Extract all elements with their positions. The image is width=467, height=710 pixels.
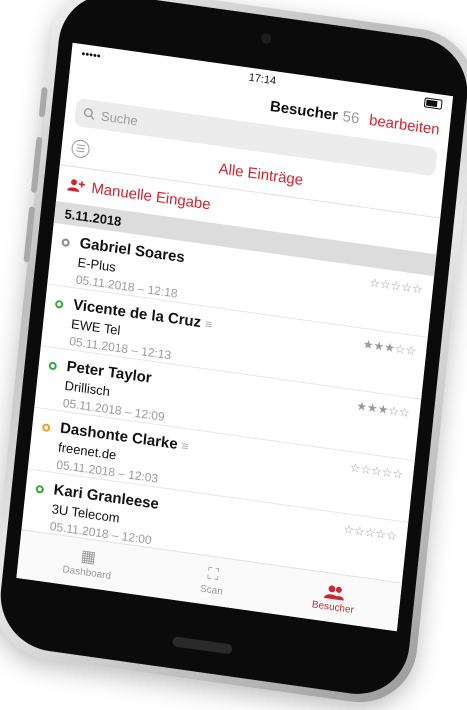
volume-up-button xyxy=(30,136,43,194)
people-icon xyxy=(323,584,344,601)
battery-icon xyxy=(423,97,443,110)
search-placeholder: Suche xyxy=(100,107,139,129)
charging-port xyxy=(172,636,233,655)
note-icon: ≡ xyxy=(204,316,213,332)
volume-down-button xyxy=(23,206,36,263)
tab-scan[interactable]: ⛶ Scan xyxy=(200,565,226,597)
edit-button[interactable]: bearbeiten xyxy=(368,111,440,138)
status-dot xyxy=(61,238,71,248)
signal-indicator: ••••• xyxy=(80,48,102,63)
search-icon xyxy=(83,108,95,120)
status-dot xyxy=(41,423,51,433)
grid-icon: ▦ xyxy=(80,547,97,567)
page-title: Besucher xyxy=(269,97,339,124)
status-dot xyxy=(35,484,45,494)
add-user-icon xyxy=(67,179,85,193)
mute-switch xyxy=(38,86,48,118)
tab-dashboard-label: Dashboard xyxy=(61,563,112,582)
phone-frame: ••••• 17:14 Besucher 56 bearbeiten Suche… xyxy=(0,0,467,710)
filter-icon[interactable] xyxy=(70,138,91,160)
tab-dashboard[interactable]: ▦ Dashboard xyxy=(61,546,114,582)
status-dot xyxy=(48,361,58,371)
front-camera xyxy=(260,33,272,45)
clock: 17:14 xyxy=(248,71,277,88)
tab-visitors-label: Besucher xyxy=(311,598,355,616)
visitor-count: 56 xyxy=(341,107,361,127)
visitor-list: Gabriel Soares E-Plus 05.11.2018 – 12:18 ☆☆… xyxy=(21,222,435,585)
tab-scan-label: Scan xyxy=(199,583,224,598)
app-screen: ••••• 17:14 Besucher 56 bearbeiten Suche… xyxy=(16,42,454,632)
note-icon: ≡ xyxy=(180,438,190,454)
tab-visitors[interactable]: Besucher xyxy=(311,581,356,616)
status-dot xyxy=(54,299,64,309)
scan-frame-icon: ⛶ xyxy=(206,564,220,584)
phone-bezel: ••••• 17:14 Besucher 56 bearbeiten Suche… xyxy=(0,0,467,701)
